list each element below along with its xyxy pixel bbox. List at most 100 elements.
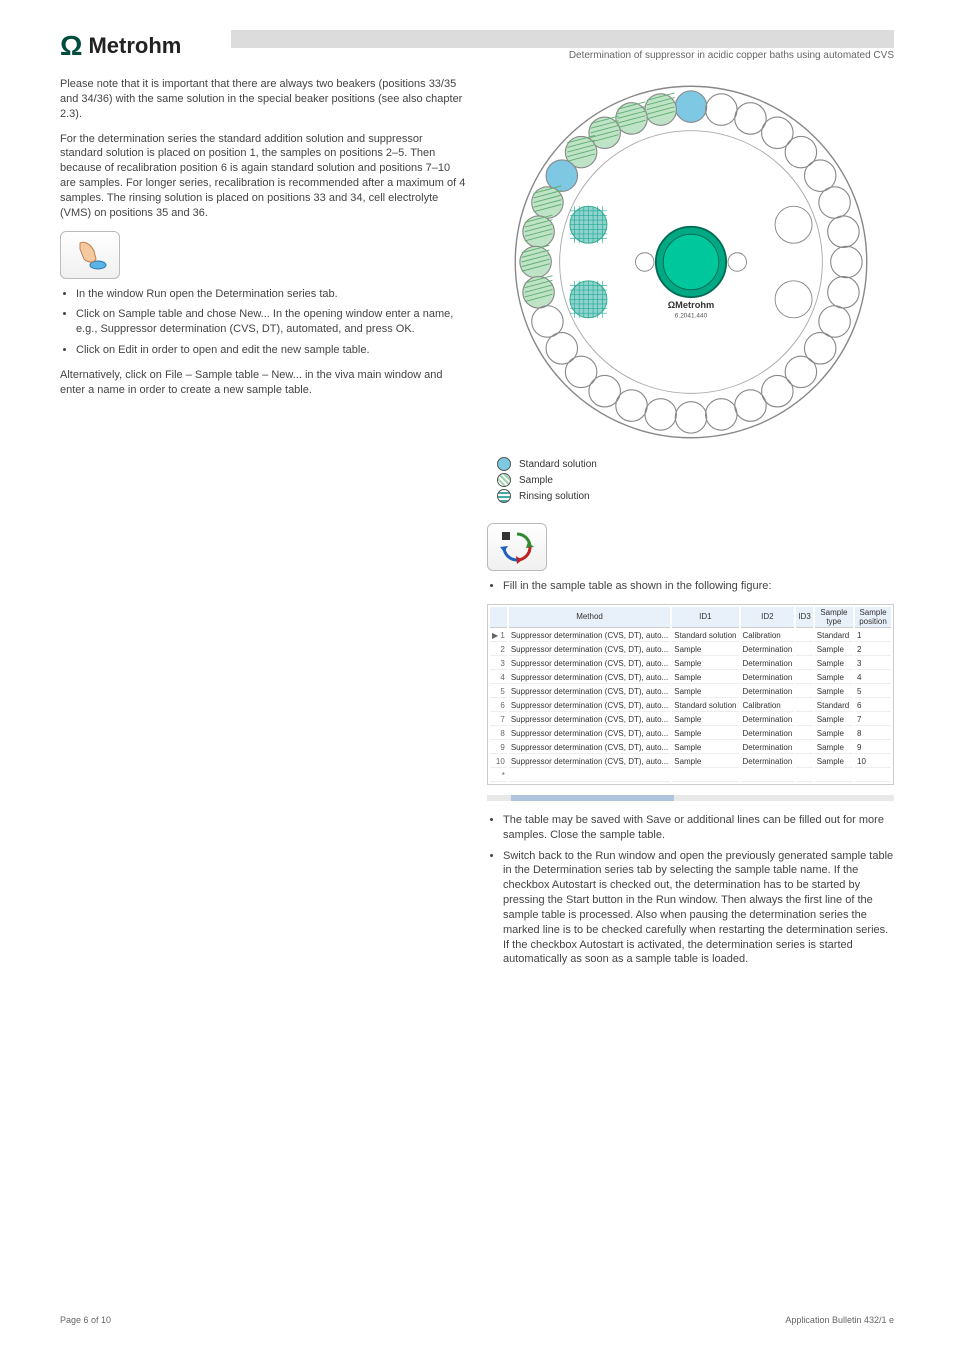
- table-cell: Determination: [741, 756, 795, 768]
- table-cell: Standard: [815, 700, 853, 712]
- table-cell: [796, 686, 812, 698]
- table-cell: Sample: [672, 756, 738, 768]
- legend-rinse-label: Rinsing solution: [519, 491, 590, 502]
- table-cell: Standard solution: [672, 700, 738, 712]
- left-steps-list: In the window Run open the Determination…: [60, 287, 467, 358]
- table-cell: 9: [490, 742, 507, 754]
- table-cell: [796, 700, 812, 712]
- table-cell: Suppressor determination (CVS, DT), auto…: [509, 658, 670, 670]
- table-cell: Standard: [815, 630, 853, 642]
- table-cell: [509, 770, 670, 782]
- right-followup-1: The table may be saved with Save or addi…: [503, 813, 894, 843]
- table-row: 8Suppressor determination (CVS, DT), aut…: [490, 728, 891, 740]
- table-cell: Sample: [672, 672, 738, 684]
- table-cell: Suppressor determination (CVS, DT), auto…: [509, 714, 670, 726]
- header-bar: [231, 30, 894, 48]
- table-cell: [796, 658, 812, 670]
- recycle-icon-wrap: [487, 523, 894, 571]
- table-cell: [796, 742, 812, 754]
- table-header: Sample position: [855, 607, 891, 628]
- table-cell: Suppressor determination (CVS, DT), auto…: [509, 644, 670, 656]
- table-cell: Determination: [741, 686, 795, 698]
- table-header: Method: [509, 607, 670, 628]
- table-header: ID2: [741, 607, 795, 628]
- legend-std: Standard solution: [497, 457, 894, 471]
- left-note-2: For the determination series the standar…: [60, 132, 467, 221]
- table-cell: ▶ 1: [490, 630, 507, 642]
- svg-text:6.2041.440: 6.2041.440: [674, 313, 707, 320]
- table-cell: 5: [490, 686, 507, 698]
- table-cell: 2: [855, 644, 891, 656]
- table-cell: Suppressor determination (CVS, DT), auto…: [509, 686, 670, 698]
- table-row: 10Suppressor determination (CVS, DT), au…: [490, 756, 891, 768]
- table-row: 9Suppressor determination (CVS, DT), aut…: [490, 742, 891, 754]
- footer-left: Page 6 of 10: [60, 1315, 111, 1325]
- table-cell: 6: [490, 700, 507, 712]
- table-cell: 8: [490, 728, 507, 740]
- table-cell: 4: [855, 672, 891, 684]
- table-cell: [796, 770, 812, 782]
- table-cell: Suppressor determination (CVS, DT), auto…: [509, 756, 670, 768]
- table-cell: 1: [855, 630, 891, 642]
- table-cell: [815, 770, 853, 782]
- table-scrollbar: [487, 795, 894, 801]
- table-cell: Sample: [815, 728, 853, 740]
- carousel-legend: Standard solution Sample Rinsing solutio…: [497, 457, 894, 503]
- touch-icon: [60, 231, 120, 279]
- right-followup-2: Switch back to the Run window and open t…: [503, 849, 894, 968]
- left-alt-note: Alternatively, click on File – Sample ta…: [60, 368, 467, 398]
- table-cell: Sample: [672, 658, 738, 670]
- table-cell: Sample: [815, 756, 853, 768]
- table-row: 6Suppressor determination (CVS, DT), aut…: [490, 700, 891, 712]
- table-cell: [796, 630, 812, 642]
- table-cell: 9: [855, 742, 891, 754]
- table-row: ▶ 1Suppressor determination (CVS, DT), a…: [490, 630, 891, 642]
- table-cell: [741, 770, 795, 782]
- table-cell: Sample: [815, 714, 853, 726]
- table-row: 2 Suppressor determination (CVS, DT), aut…: [490, 644, 891, 656]
- left-step-3: Click on Edit in order to open and edit …: [76, 343, 467, 358]
- table-cell: Sample: [815, 672, 853, 684]
- table-cell: Suppressor determination (CVS, DT), auto…: [509, 672, 670, 684]
- table-row: 3Suppressor determination (CVS, DT), aut…: [490, 658, 891, 670]
- page-footer: Page 6 of 10 Application Bulletin 432/1 …: [60, 1315, 894, 1325]
- left-step-2: Click on Sample table and chose New... I…: [76, 307, 467, 337]
- table-cell: Sample: [672, 686, 738, 698]
- table-cell: 10: [855, 756, 891, 768]
- brand-logo: Ω Metrohm: [60, 30, 181, 62]
- table-cell: 5: [855, 686, 891, 698]
- omega-icon: Ω: [60, 30, 82, 62]
- header-subtitle: Determination of suppressor in acidic co…: [231, 50, 894, 61]
- table-cell: Determination: [741, 742, 795, 754]
- svg-text:ΩMetrohm: ΩMetrohm: [667, 300, 713, 310]
- table-header: Sample type: [815, 607, 853, 628]
- table-cell: Calibration: [741, 700, 795, 712]
- table-cell: [796, 728, 812, 740]
- table-cell: 4: [490, 672, 507, 684]
- table-cell: Suppressor determination (CVS, DT), auto…: [509, 700, 670, 712]
- table-cell: Suppressor determination (CVS, DT), auto…: [509, 630, 670, 642]
- table-cell: 6: [855, 700, 891, 712]
- legend-rinse: Rinsing solution: [497, 489, 894, 503]
- table-cell: Determination: [741, 714, 795, 726]
- table-cell: [796, 714, 812, 726]
- table-cell: 8: [855, 728, 891, 740]
- brand-name: Metrohm: [88, 33, 181, 59]
- table-header: ID1: [672, 607, 738, 628]
- table-cell: 7: [490, 714, 507, 726]
- footer-right: Application Bulletin 432/1 e: [785, 1315, 894, 1325]
- table-cell: *: [490, 770, 507, 782]
- table-cell: Determination: [741, 672, 795, 684]
- table-cell: Sample: [815, 742, 853, 754]
- table-cell: 10: [490, 756, 507, 768]
- table-cell: Sample: [815, 658, 853, 670]
- table-cell: 7: [855, 714, 891, 726]
- table-cell: Sample: [672, 728, 738, 740]
- table-cell: [672, 770, 738, 782]
- table-header: ID3: [796, 607, 812, 628]
- table-cell: Sample: [672, 742, 738, 754]
- sample-table-screenshot: MethodID1ID2ID3Sample typeSample positio…: [487, 604, 894, 785]
- sample-carousel-diagram: ΩMetrohm 6.2041.440: [506, 77, 876, 447]
- right-followup-list: The table may be saved with Save or addi…: [487, 813, 894, 967]
- table-header: [490, 607, 507, 628]
